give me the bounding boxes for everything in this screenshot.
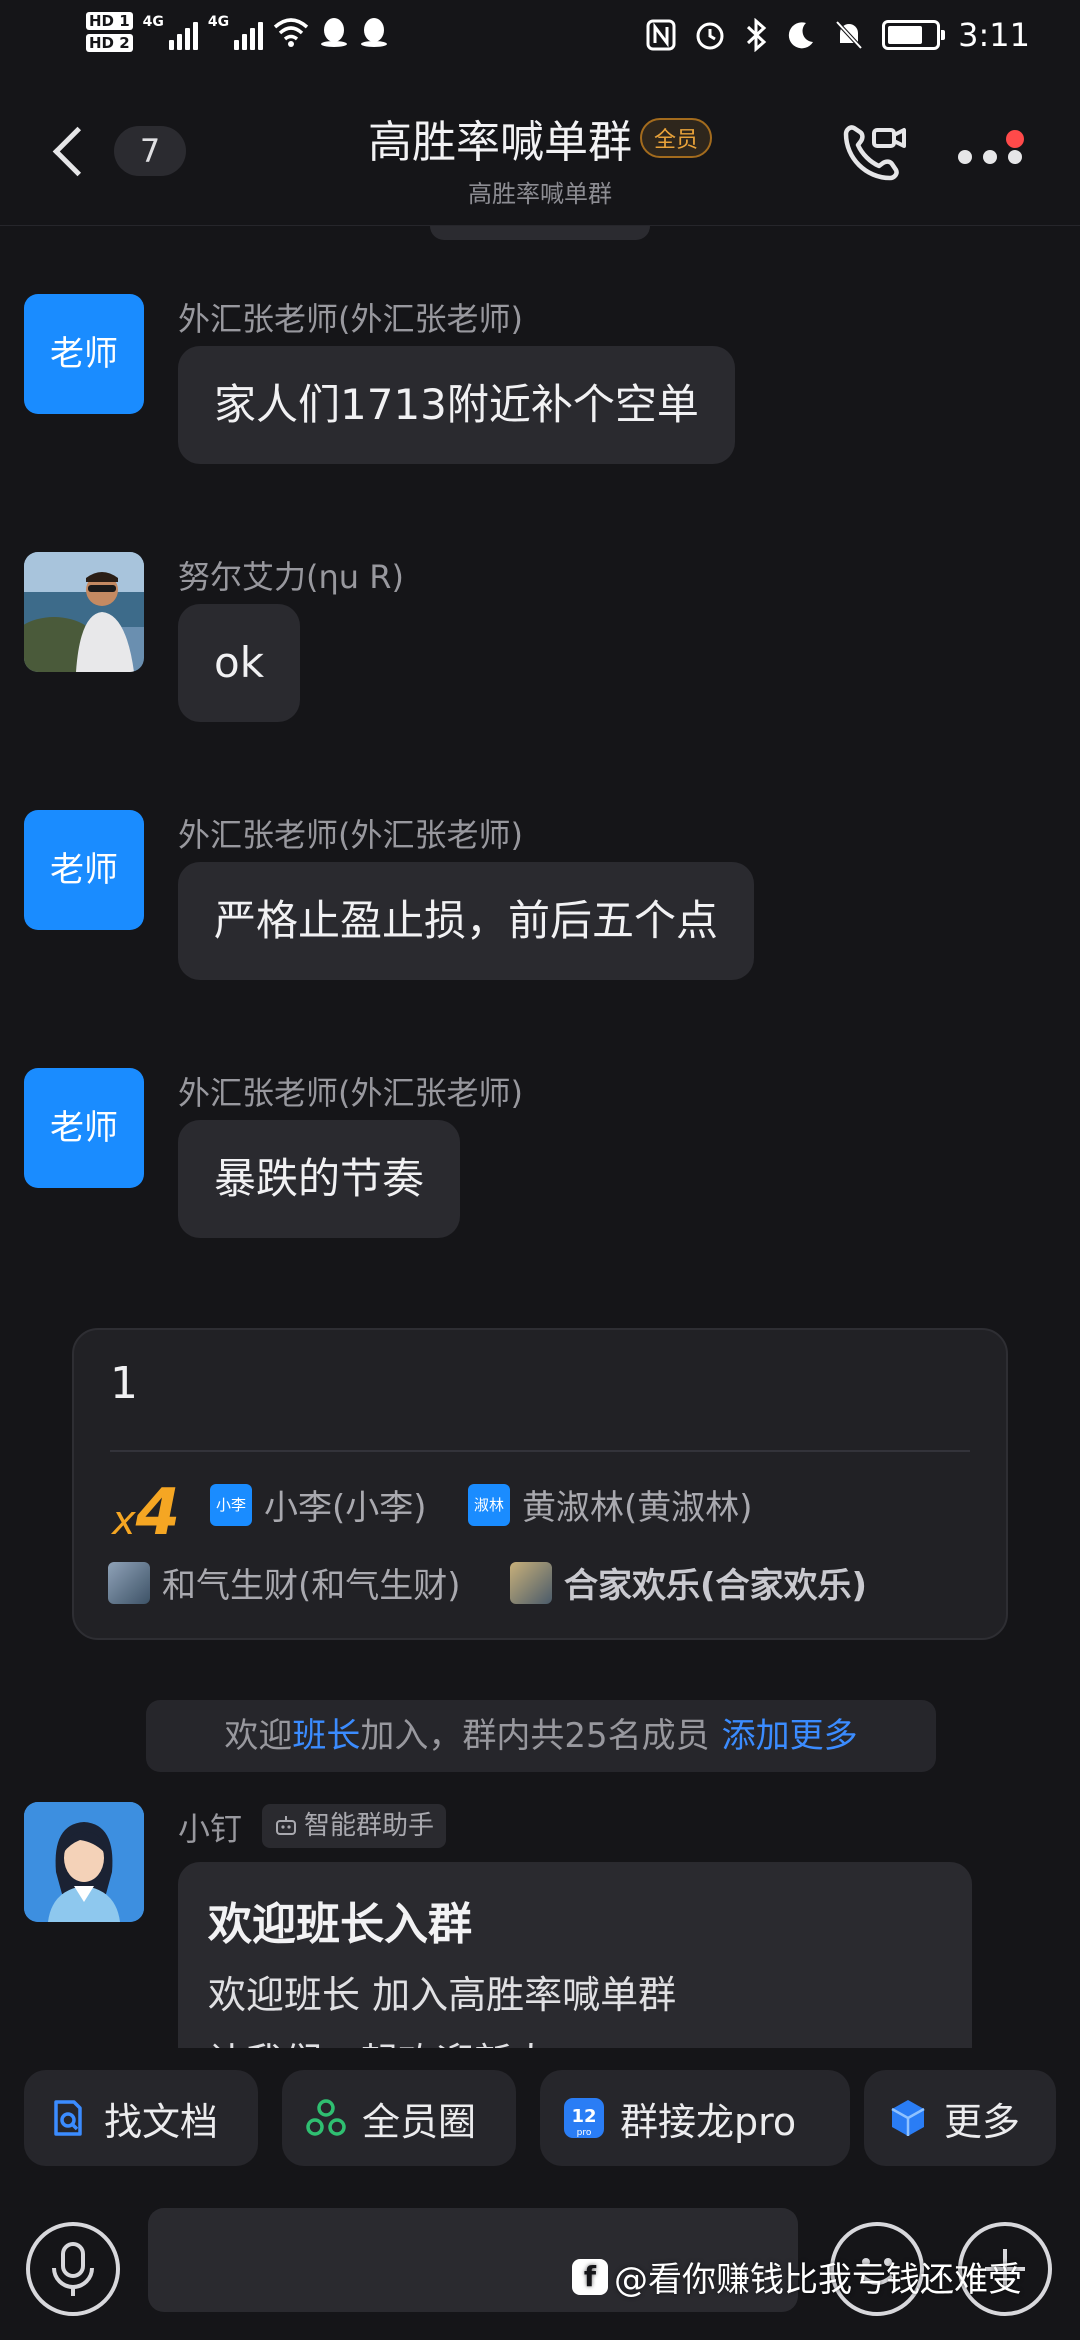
- bot-name: 小钉: [178, 1810, 243, 1848]
- chat-subtitle: 高胜率喊单群: [468, 180, 612, 208]
- network-type-1: 4G: [142, 14, 164, 30]
- cube-icon: [891, 2100, 925, 2136]
- welcome-title: 欢迎班长入群: [208, 1899, 472, 1950]
- sender-name: 外汇张老师(外汇张老师): [178, 300, 523, 338]
- scroll-indicator: [430, 226, 650, 240]
- avatar[interactable]: 老师: [24, 1068, 144, 1188]
- welcome-line: 让我们一起欢迎新人~: [208, 2031, 942, 2048]
- sender-name: 外汇张老师(外汇张老师): [178, 816, 523, 854]
- notice-suffix: 加入，群内共25名成员: [360, 1716, 710, 1756]
- hd2-label: HD 2: [86, 34, 133, 52]
- battery-icon: [882, 20, 946, 50]
- microphone-icon: [52, 2242, 94, 2296]
- bluetooth-icon: [747, 18, 767, 52]
- participant[interactable]: 合家欢乐(合家欢乐): [510, 1558, 867, 1607]
- solitaire-title: 1: [110, 1358, 138, 1409]
- svg-text:12: 12: [571, 2106, 596, 2127]
- participant-name: 和气生财(和气生财): [162, 1566, 461, 1606]
- count-value: 4: [135, 1476, 181, 1550]
- avatar[interactable]: [24, 552, 144, 672]
- sender-name: 外汇张老师(外汇张老师): [178, 1074, 523, 1112]
- participant-avatar: 淑林: [468, 1483, 510, 1526]
- notice-prefix: 欢迎: [224, 1716, 293, 1756]
- welcome-line: 欢迎班长 加入高胜率喊单群: [208, 1973, 677, 2017]
- chip-label: 找文档: [104, 2099, 219, 2144]
- add-more-link[interactable]: 添加更多: [722, 1716, 858, 1756]
- alarm-icon: [696, 22, 724, 50]
- network-type-2: 4G: [207, 14, 230, 30]
- participant[interactable]: 淑林 黄淑林(黄淑林): [468, 1480, 753, 1529]
- title-block[interactable]: 高胜率喊单群 全员 高胜率喊单群: [0, 106, 1080, 209]
- solitaire-card[interactable]: 1 x4 小李 小李(小李) 淑林 黄淑林(黄淑林) 和气生财(和气生财) 合家…: [72, 1328, 1008, 1640]
- phone-video-icon: [843, 125, 906, 181]
- dot-icon: [958, 150, 972, 164]
- avatar[interactable]: 老师: [24, 294, 144, 414]
- user-photo-icon: [24, 552, 144, 672]
- participant-avatar: [510, 1561, 552, 1604]
- watermark: f @看你赚钱比我亏钱还难受: [572, 2252, 1022, 2301]
- participant-avatar: 小李: [210, 1483, 252, 1526]
- more-options-button[interactable]: [950, 130, 1030, 180]
- wifi-icon: [273, 18, 309, 47]
- participant-name: 黄淑林(黄淑林): [522, 1488, 753, 1528]
- chip-label: 群接龙pro: [620, 2099, 797, 2144]
- solitaire-count: x4: [112, 1476, 180, 1550]
- participant[interactable]: 和气生财(和气生财): [108, 1558, 461, 1607]
- dot-icon: [1008, 150, 1022, 164]
- moon-icon: [788, 22, 814, 49]
- notification-dot: [1006, 130, 1024, 148]
- member-tag: 全员: [639, 118, 712, 158]
- clock: 3:11: [958, 16, 1030, 54]
- chip-label: 全员圈: [362, 2099, 477, 2144]
- chat-title: 高胜率喊单群: [367, 117, 632, 168]
- mute-bell-icon: [835, 20, 863, 50]
- nfc-icon: [646, 19, 676, 51]
- qq-icon-2: [361, 18, 388, 47]
- message-bubble[interactable]: ok: [178, 604, 301, 722]
- svg-text:pro: pro: [577, 2128, 592, 2138]
- participant[interactable]: 小李 小李(小李): [210, 1480, 427, 1529]
- assistant-avatar-icon: [24, 1802, 144, 1922]
- signal-icon: 4G: [143, 14, 198, 50]
- sender-name: 努尔艾力(ηu R): [178, 558, 404, 596]
- app-logo-icon: f: [572, 2258, 608, 2295]
- hd-indicator: HD 1 HD 2: [86, 10, 133, 54]
- welcome-card[interactable]: 欢迎班长入群 欢迎班长 加入高胜率喊单群 让我们一起欢迎新人~: [178, 1862, 972, 2048]
- signal-icon-2: 4G: [207, 14, 264, 50]
- circle-icon: [306, 2099, 346, 2136]
- bot-tag: 智能群助手: [262, 1804, 447, 1848]
- message-bubble[interactable]: 家人们1713附近补个空单: [178, 346, 735, 464]
- dot-icon: [983, 150, 997, 164]
- all-member-circle-chip[interactable]: 全员圈: [282, 2070, 516, 2166]
- bot-avatar[interactable]: [24, 1802, 144, 1922]
- solitaire-pro-chip[interactable]: 12 pro 群接龙pro: [540, 2070, 850, 2166]
- participant-avatar: [108, 1561, 150, 1604]
- divider: [110, 1450, 970, 1452]
- participant-name: 小李(小李): [264, 1488, 427, 1528]
- message-bubble[interactable]: 严格止盈止损，前后五个点: [178, 862, 755, 980]
- robot-icon: [276, 1816, 296, 1835]
- voice-button[interactable]: [26, 2222, 120, 2316]
- participant-name: 合家欢乐(合家欢乐): [564, 1566, 868, 1606]
- status-bar: HD 1 HD 2 4G 4G 3:11: [0, 0, 1080, 80]
- watermark-text: @看你赚钱比我亏钱还难受: [614, 2260, 1022, 2300]
- solitaire-icon: 12pro: [564, 2098, 604, 2138]
- notice-highlight[interactable]: 班长: [292, 1716, 360, 1756]
- find-docs-chip[interactable]: 找文档: [24, 2070, 258, 2166]
- count-prefix: x: [112, 1498, 136, 1544]
- more-chip[interactable]: 更多: [864, 2070, 1056, 2166]
- avatar[interactable]: 老师: [24, 810, 144, 930]
- system-notice: 欢迎班长加入，群内共25名成员 添加更多: [146, 1700, 936, 1772]
- doc-search-icon: [54, 2100, 82, 2136]
- message-bubble[interactable]: 暴跌的节奏: [178, 1120, 461, 1238]
- qq-icon: [321, 18, 348, 47]
- bot-tag-label: 智能群助手: [304, 1811, 435, 1841]
- quick-actions-bar: 找文档 全员圈 12 pro 群接龙pro 更多: [0, 2048, 1080, 2178]
- chat-header: 7 高胜率喊单群 全员 高胜率喊单群: [0, 80, 1080, 226]
- chip-label: 更多: [944, 2099, 1021, 2144]
- call-button[interactable]: [832, 116, 912, 196]
- hd1-label: HD 1: [86, 12, 133, 30]
